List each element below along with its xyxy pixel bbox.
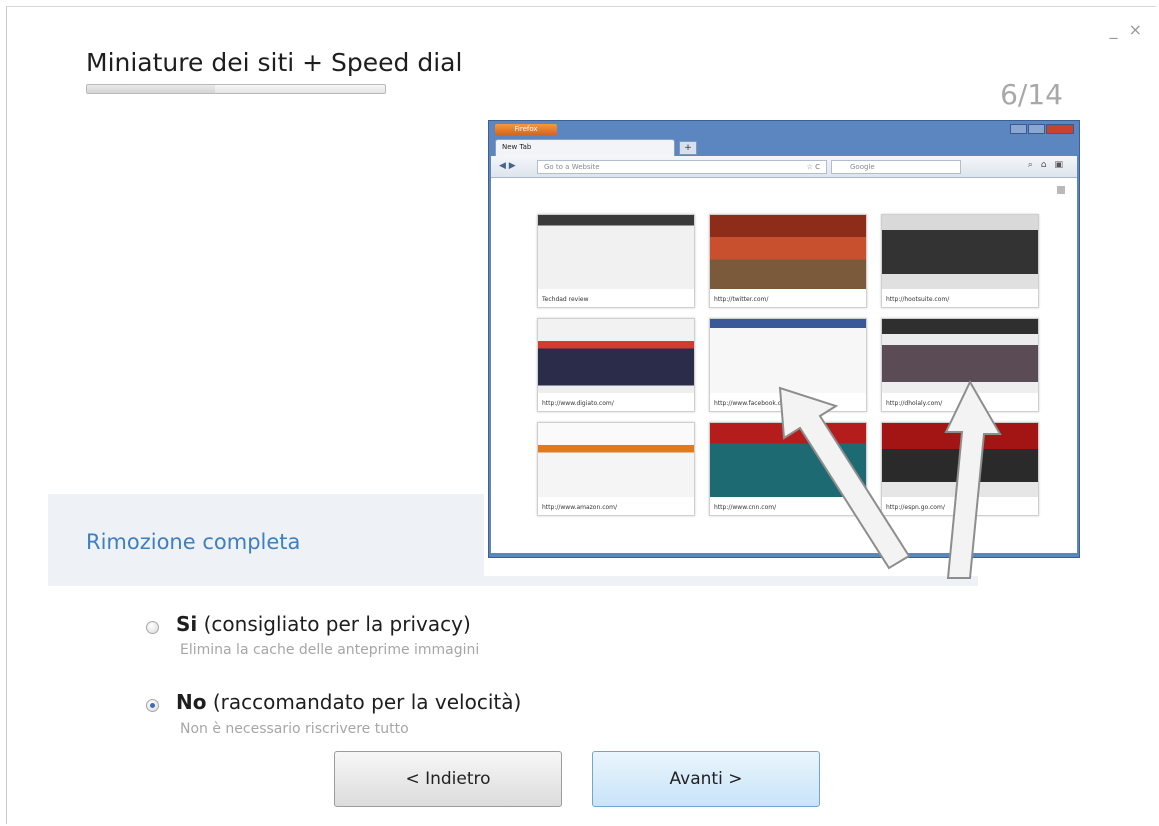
browser-maximize-icon <box>1028 124 1045 134</box>
thumbnail-caption: http://dholaly.com/ <box>886 400 943 407</box>
thumbnail-image <box>710 423 866 497</box>
firefox-menu-button: Firefox <box>495 124 557 135</box>
thumbnail-grid: Techdad review http://twitter.com/http://… <box>537 214 1039 516</box>
progress-fill <box>87 85 216 93</box>
browser-window: Firefox New Tab + ◀ ▶ Go to a Website ☆ … <box>488 120 1080 558</box>
thumbnail-tile: http://espn.go.com/ <box>881 422 1039 516</box>
progress-bar <box>86 84 386 94</box>
reload-icon: ☆ C <box>806 163 820 171</box>
option-yes-description: Elimina la cache delle anteprime immagin… <box>180 642 480 658</box>
thumbnail-tile: http://www.amazon.com/ <box>537 422 695 516</box>
back-forward-icon: ◀ ▶ <box>499 161 516 171</box>
thumbnail-tile: http://dholaly.com/ <box>881 318 1039 412</box>
thumbnail-caption: http://www.facebook.com/home.p... <box>714 400 822 407</box>
thumbnail-caption: http://hootsuite.com/ <box>886 296 950 303</box>
thumbnail-tile: Techdad review <box>537 214 695 308</box>
option-no-description: Non è necessario riscrivere tutto <box>180 721 409 737</box>
step-counter: 6/14 <box>1000 78 1063 111</box>
thumbnail-image <box>710 215 866 289</box>
speed-dial-preview: Firefox New Tab + ◀ ▶ Go to a Website ☆ … <box>484 116 1082 576</box>
thumbnail-tile: http://twitter.com/ <box>709 214 867 308</box>
section-title: Rimozione completa <box>86 530 301 554</box>
radio-yes[interactable] <box>146 621 159 634</box>
thumbnail-tile: http://hootsuite.com/ <box>881 214 1039 308</box>
speed-dial-content: Techdad review http://twitter.com/http://… <box>491 178 1077 553</box>
thumbnail-tile: http://www.digiato.com/ <box>537 318 695 412</box>
window-controls: _ × <box>1110 20 1146 39</box>
thumbnail-caption: Techdad review <box>542 296 589 303</box>
option-no-label[interactable]: No (raccomandato per la velocità) <box>176 690 521 714</box>
thumbnail-caption: http://www.cnn.com/ <box>714 504 777 511</box>
option-yes-key: Si <box>176 612 198 636</box>
option-no-key: No <box>176 690 207 714</box>
thumbnail-image <box>538 423 694 497</box>
toolbar-icons: ⌕⌂▣ <box>1027 160 1071 170</box>
option-yes-label[interactable]: Si (consigliato per la privacy) <box>176 612 471 636</box>
thumbnail-caption: http://espn.go.com/ <box>886 504 945 511</box>
minimize-button[interactable]: _ <box>1110 20 1121 39</box>
browser-navbar: ◀ ▶ Go to a Website ☆ C Google ⌕⌂▣ <box>491 156 1077 178</box>
new-tab-icon: + <box>679 141 697 155</box>
browser-tab: New Tab <box>495 139 675 156</box>
thumbnail-image <box>882 319 1038 393</box>
grid-icon <box>1057 186 1065 194</box>
thumbnail-caption: http://www.amazon.com/ <box>542 504 618 511</box>
thumbnail-image <box>882 215 1038 289</box>
thumbnail-image <box>538 319 694 393</box>
url-placeholder: Go to a Website <box>544 163 600 171</box>
browser-minimize-icon <box>1010 124 1027 134</box>
browser-close-icon <box>1046 124 1074 134</box>
thumbnail-tile: http://www.cnn.com/ <box>709 422 867 516</box>
next-button[interactable]: Avanti > <box>592 751 820 807</box>
url-bar: Go to a Website ☆ C <box>537 160 827 174</box>
radio-no[interactable] <box>146 699 159 712</box>
thumbnail-caption: http://twitter.com/ <box>714 296 769 303</box>
thumbnail-caption: http://www.digiato.com/ <box>542 400 614 407</box>
search-bar: Google <box>831 160 961 174</box>
search-placeholder: Google <box>850 163 875 171</box>
thumbnail-tile: http://www.facebook.com/home.p... <box>709 318 867 412</box>
page-title: Miniature dei siti + Speed dial <box>86 48 463 77</box>
thumbnail-image <box>710 319 866 393</box>
thumbnail-image <box>538 215 694 289</box>
close-button[interactable]: × <box>1129 20 1145 39</box>
browser-window-buttons <box>1010 124 1074 134</box>
option-no-text: (raccomandato per la velocità) <box>206 690 522 714</box>
option-yes-text: (consigliato per la privacy) <box>197 612 471 636</box>
back-button[interactable]: < Indietro <box>334 751 562 807</box>
thumbnail-image <box>882 423 1038 497</box>
